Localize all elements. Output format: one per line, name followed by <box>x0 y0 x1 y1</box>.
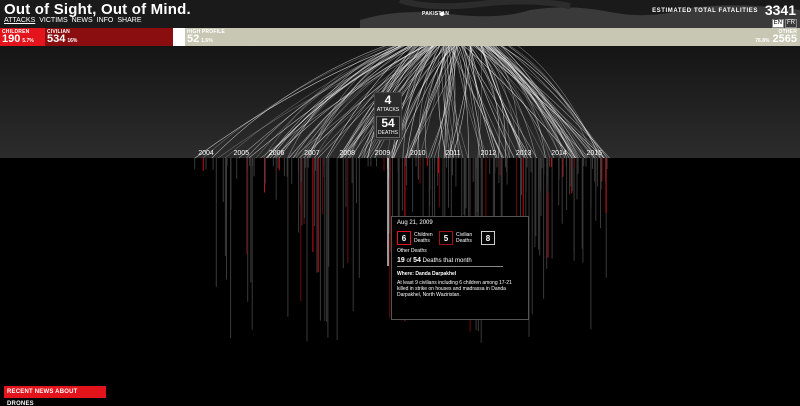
category-other-value: 2565 <box>772 33 797 45</box>
tooltip-description: At least 9 civilians including 6 childre… <box>397 280 512 298</box>
tooltip-month-count: 19 <box>397 257 405 264</box>
category-high-profile-pct: 1.6% <box>201 38 213 44</box>
year-label[interactable]: 2005 <box>234 150 250 157</box>
category-children[interactable]: CHILDREN 190 5.7% <box>0 28 45 46</box>
tooltip-civilian-label: Civilian Deaths <box>456 232 473 244</box>
category-children-value: 190 <box>2 33 21 45</box>
year-label[interactable]: 2011 <box>446 150 461 157</box>
strike-arc <box>194 46 398 159</box>
tooltip-children-label: Children Deaths <box>414 232 433 244</box>
month-attacks-value: 4 <box>384 93 392 107</box>
category-high-profile-swatch <box>173 28 185 46</box>
month-deaths-value: 54 <box>381 116 395 130</box>
year-label[interactable]: 2012 <box>481 150 497 157</box>
category-other[interactable]: HIGH PROFILE 52 1.6% OTHER 76.8% 2565 <box>185 28 800 46</box>
lang-en-button[interactable]: EN <box>771 19 784 28</box>
month-attacks-label: ATTACKS <box>376 107 400 113</box>
tooltip-location: Where: Danda Darpakhel <box>397 271 457 277</box>
tooltip-month-suffix: Deaths that month <box>422 258 472 264</box>
year-label[interactable]: 2014 <box>551 150 567 157</box>
nav-victims[interactable]: VICTIMS <box>39 17 67 24</box>
recent-news-button[interactable]: RECENT NEWS ABOUT DRONES <box>4 386 106 406</box>
tooltip-children-count: 6 <box>397 231 411 245</box>
nav-attacks[interactable]: ATTACKS <box>4 17 35 24</box>
nav-info[interactable]: INFO <box>97 17 114 24</box>
tooltip-other-count: 8 <box>481 231 495 245</box>
nav-news[interactable]: NEWS <box>72 17 93 24</box>
strike-tooltip: Aug 21, 2009 6 Children Deaths 5 Civilia… <box>391 216 529 320</box>
country-label: PAKISTAN <box>422 11 450 17</box>
victim-category-bar: CHILDREN 190 5.7% CIVILIAN 534 16% HIGH PR… <box>0 28 800 46</box>
year-label[interactable]: 2007 <box>304 150 320 157</box>
year-label[interactable]: 2010 <box>410 150 426 157</box>
tooltip-month-total: 54 <box>413 257 421 264</box>
category-other-pct: 76.8% <box>755 38 770 44</box>
header-bar: Out of Sight, Out of Mind. ATTACKS VICTI… <box>0 0 800 28</box>
month-summary: 4 ATTACKS 54 DEATHS <box>374 92 402 140</box>
strike-timeline: 2004 2005 2006 2007 2008 2009 2010 2011 2012 2013… <box>0 46 800 406</box>
strike-arc <box>480 46 528 159</box>
nav-share[interactable]: SHARE <box>117 17 141 24</box>
category-civilian-value: 534 <box>47 33 66 45</box>
category-civilian[interactable]: CIVILIAN 534 16% <box>45 28 173 46</box>
tooltip-other-label: Other Deaths <box>397 248 427 254</box>
total-fatalities-value: 3341 <box>764 2 796 18</box>
lang-fr-button[interactable]: FR <box>785 19 797 28</box>
strike-arc <box>276 46 403 159</box>
month-deaths-label: DEATHS <box>378 130 398 136</box>
year-label[interactable]: 2004 <box>198 150 214 157</box>
year-label[interactable]: 2015 <box>587 150 603 157</box>
total-fatalities-label: ESTIMATED TOTAL FATALITIES <box>652 8 758 14</box>
tooltip-date: Aug 21, 2009 <box>397 220 433 226</box>
page-title: Out of Sight, Out of Mind. <box>4 1 191 18</box>
strike-arc <box>260 46 433 159</box>
category-children-pct: 5.7% <box>22 38 34 44</box>
year-label[interactable]: 2009 <box>375 150 391 157</box>
year-label[interactable]: 2013 <box>516 150 532 157</box>
year-label[interactable]: 2008 <box>339 150 355 157</box>
tooltip-month-of: of <box>406 258 412 264</box>
category-civilian-pct: 16% <box>67 38 78 44</box>
year-label[interactable]: 2006 <box>269 150 285 157</box>
main-nav: ATTACKS VICTIMS NEWS INFO SHARE <box>4 17 142 24</box>
tooltip-civilian-count: 5 <box>439 231 453 245</box>
language-switcher: EN FR <box>771 19 797 28</box>
category-high-profile-value: 52 <box>187 33 200 45</box>
